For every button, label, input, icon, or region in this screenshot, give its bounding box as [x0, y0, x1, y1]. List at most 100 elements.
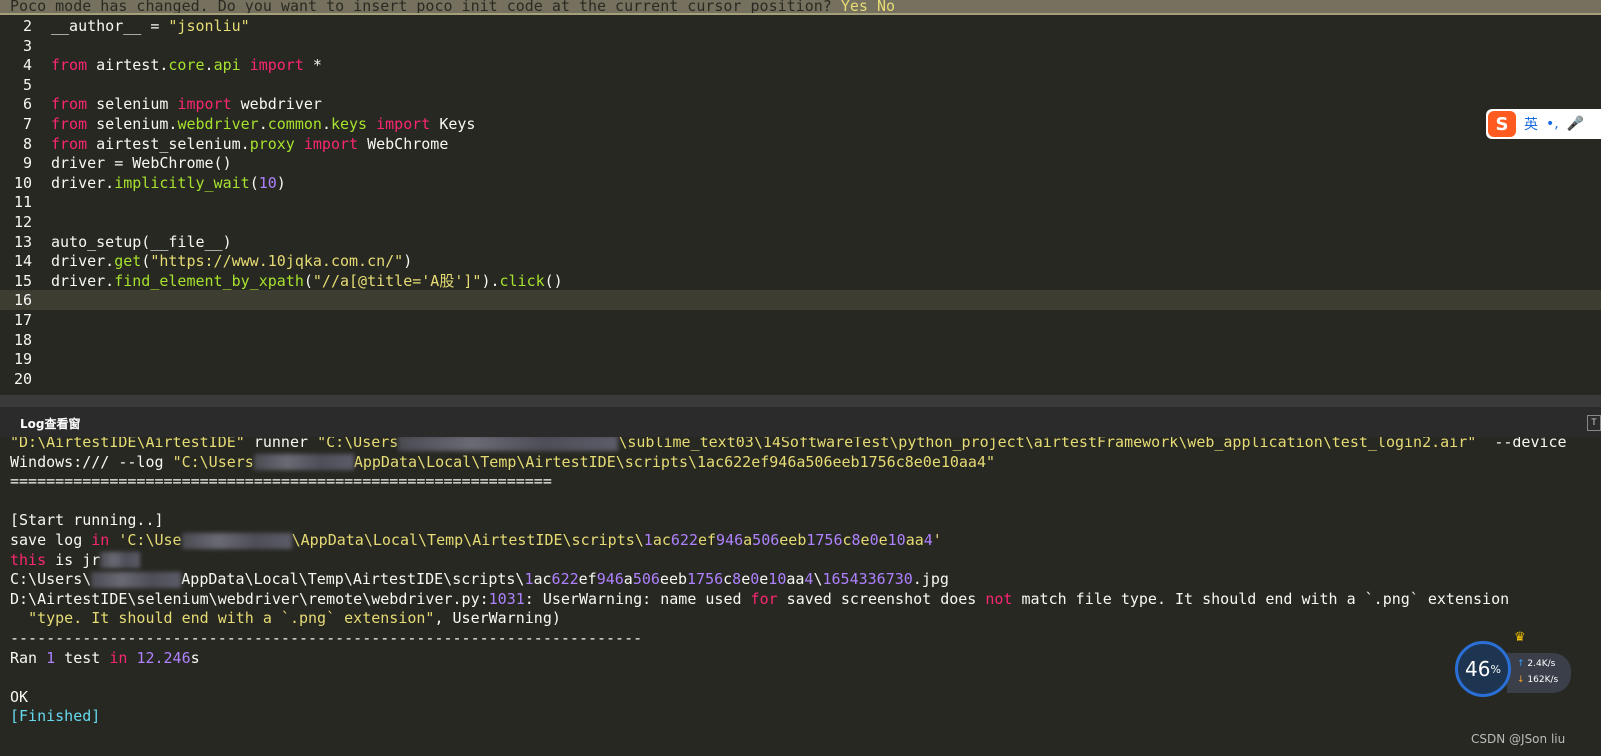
no-link[interactable]: No	[877, 0, 895, 13]
code-line[interactable]: 10 driver.implicitly_wait(10)	[0, 173, 1601, 193]
code-line[interactable]: 9 driver = WebChrome()	[0, 153, 1601, 173]
log-token: in	[109, 648, 128, 667]
panel-splitter[interactable]	[0, 395, 1601, 407]
log-token: e	[878, 531, 888, 549]
code-token: get	[114, 252, 142, 271]
log-line: ----------------------------------------…	[10, 628, 642, 648]
line-number: 17	[13, 311, 32, 329]
log-token: is jr	[46, 550, 101, 569]
log-token: eeb	[779, 531, 807, 549]
code-line[interactable]: 4 from airtest.core.api import *	[0, 55, 1601, 75]
log-token: 1031	[488, 589, 525, 608]
log-token: aa	[905, 531, 924, 549]
log-token: e	[741, 570, 751, 589]
code-line[interactable]: 20	[0, 369, 1601, 389]
log-line: "type. It should end with a `.png` exten…	[10, 608, 561, 628]
log-token: "C:\Users	[317, 437, 399, 451]
code-line[interactable]: 7 from selenium.webdriver.common.keys imp…	[0, 114, 1601, 134]
code-token: driver.	[51, 271, 115, 290]
upload-speed-value: 2.4K/s	[1527, 659, 1556, 669]
log-token: D:\AirtestIDE\selenium\webdriver\remote\…	[10, 589, 489, 608]
code-token: proxy	[249, 134, 295, 153]
log-output: "D:\AirtestIDE\AirtestIDE" runner "C:\Us…	[0, 437, 1601, 756]
code-token: ).	[481, 271, 500, 290]
log-token: 622	[551, 570, 579, 589]
code-token: selenium.	[87, 115, 178, 133]
log-token: runner	[244, 437, 318, 451]
code-token: keys	[330, 115, 368, 133]
code-token: api	[213, 56, 241, 75]
code-line[interactable]: 3	[0, 36, 1601, 56]
code-token: webdriver	[231, 95, 322, 114]
microphone-icon[interactable]: 🎤	[1567, 116, 1584, 132]
upload-speed: ↑ 2.4K/s	[1517, 659, 1555, 669]
watermark: CSDN @JSon liu	[1471, 732, 1566, 746]
code-line[interactable]: 15 driver.find_element_by_xpath("//a[@tit…	[0, 271, 1601, 291]
log-token: 1756	[806, 531, 843, 549]
code-line[interactable]: 17	[0, 310, 1601, 330]
code-text: driver.implicitly_wait(10)	[51, 173, 286, 193]
log-panel-toggle-button[interactable]: T	[1587, 415, 1601, 431]
log-token: in	[91, 531, 110, 549]
log-line: [Start running..]	[10, 510, 164, 530]
line-number: 5	[22, 75, 32, 94]
code-text: __author__ = "jsonliu"	[51, 16, 250, 36]
code-token: )	[403, 252, 413, 271]
code-line[interactable]: 8 from airtest_selenium.proxy import WebC…	[0, 134, 1601, 154]
line-number: 19	[13, 350, 32, 369]
code-token: airtest_selenium.	[87, 134, 250, 153]
poco-mode-notice: Poco mode has changed. Do you want to in…	[0, 0, 1601, 13]
log-token: 8	[732, 570, 742, 589]
yes-link[interactable]: Yes	[841, 0, 868, 13]
code-token: driver.	[51, 252, 115, 271]
code-token: ()	[544, 271, 563, 290]
log-line: ========================================…	[10, 471, 552, 491]
code-token: __author__ =	[51, 17, 169, 35]
code-line[interactable]: 12	[0, 212, 1601, 232]
code-text: from airtest.core.api import *	[51, 55, 322, 75]
code-token: auto_setup(__file__)	[51, 232, 232, 251]
sogou-logo-icon[interactable]: S	[1488, 111, 1516, 137]
code-line[interactable]: 14 driver.get("https://www.10jqka.com.cn/…	[0, 251, 1601, 271]
log-token: '	[932, 531, 942, 549]
code-token: selenium	[87, 95, 178, 114]
crown-icon: ♛	[1515, 626, 1525, 645]
code-token: (	[141, 252, 151, 271]
code-line[interactable]: 16	[0, 290, 1601, 311]
ime-toolbar[interactable]: S 英 •, 🎤	[1486, 109, 1601, 139]
speed-panel: ↑ 2.4K/s ↓ 162K/s	[1507, 653, 1571, 693]
log-token: "type. It should end with a `.png` exten…	[28, 609, 435, 628]
log-token: ========================================…	[10, 472, 552, 491]
log-token: 506	[632, 570, 660, 589]
code-editor[interactable]: 2 __author__ = "jsonliu" 3 4 from airtest.co…	[0, 15, 1601, 395]
line-number: 4	[22, 56, 32, 75]
log-token: match file type. It should end with a `.…	[1012, 589, 1510, 608]
code-token: .	[258, 115, 268, 133]
code-token: import	[177, 95, 232, 114]
code-line[interactable]: 13 auto_setup(__file__)	[0, 232, 1601, 252]
log-token: a	[623, 570, 633, 589]
code-line[interactable]: 19	[0, 349, 1601, 369]
line-number: 15	[13, 271, 32, 290]
line-number: 8	[22, 134, 32, 153]
code-text: driver.get("https://www.10jqka.com.cn/")	[51, 251, 412, 271]
code-token: 10	[258, 173, 277, 192]
ime-language-toggle[interactable]: 英	[1524, 114, 1538, 134]
network-speed-widget[interactable]: ♛ ↑ 2.4K/s ↓ 162K/s 46%	[1455, 626, 1575, 701]
log-line: D:\AirtestIDE\selenium\webdriver\remote\…	[10, 589, 1509, 609]
code-text: driver.find_element_by_xpath("//a[@title…	[51, 271, 563, 291]
code-line[interactable]: 2 __author__ = "jsonliu"	[0, 16, 1601, 36]
finished-link[interactable]: [Finished]	[10, 707, 100, 725]
code-line[interactable]: 5	[0, 75, 1601, 95]
code-token: (	[303, 271, 313, 290]
ime-punctuation-toggle[interactable]: •,	[1546, 116, 1559, 132]
log-token: e	[860, 531, 870, 549]
code-line[interactable]: 6 from selenium import webdriver	[0, 94, 1601, 114]
code-line[interactable]: 11	[0, 192, 1601, 212]
code-line[interactable]: 18	[0, 330, 1601, 350]
line-number: 6	[22, 95, 32, 114]
code-text: from selenium.webdriver.common.keys impo…	[51, 114, 475, 134]
log-line: OK	[10, 687, 28, 707]
